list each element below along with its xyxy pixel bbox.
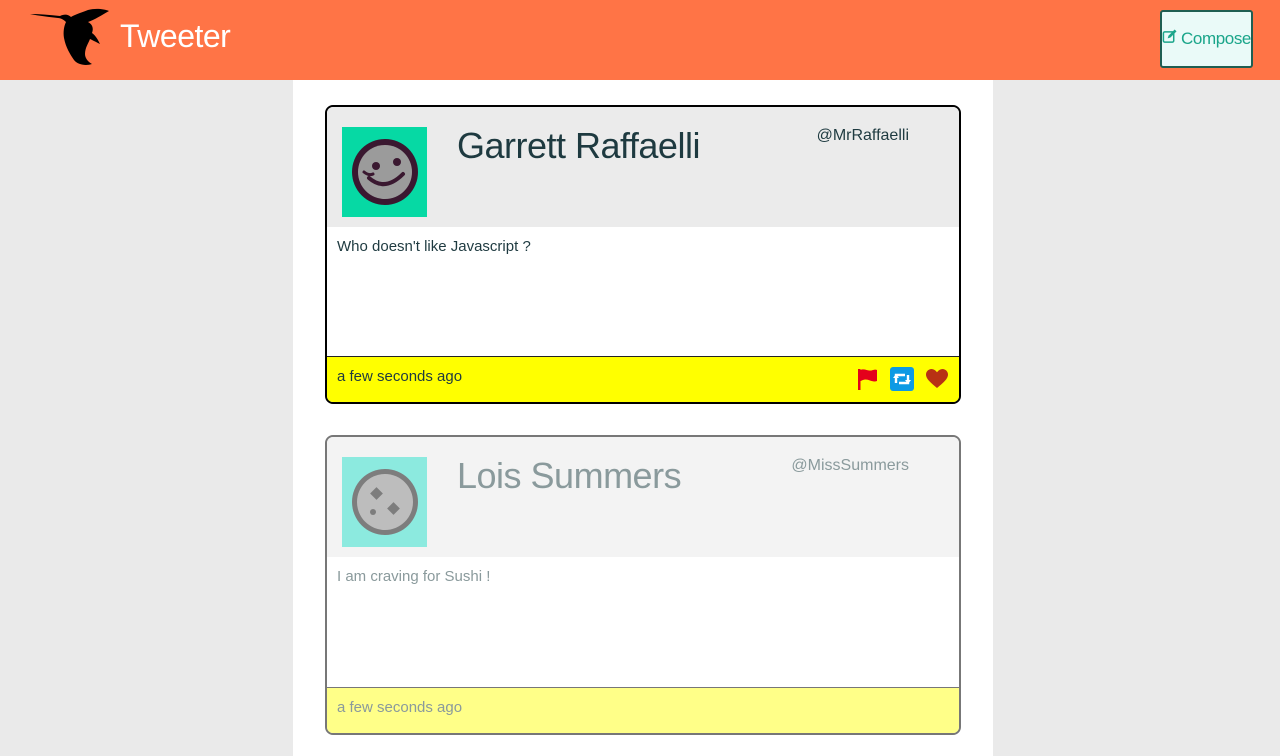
dice-avatar-icon	[342, 457, 427, 547]
tweet-card: Garrett Raffaelli @MrRaffaelli Who doesn…	[325, 105, 961, 404]
tweet-footer: a few seconds ago	[327, 687, 959, 733]
tweets-container: Garrett Raffaelli @MrRaffaelli Who doesn…	[293, 80, 993, 756]
compose-label: Compose	[1181, 29, 1251, 48]
tweet-header: Lois Summers @MissSummers	[327, 437, 959, 557]
user-name: Lois Summers	[457, 455, 682, 496]
compose-button[interactable]: Compose	[1160, 10, 1253, 68]
tweet-text: I am craving for Sushi !	[337, 568, 491, 585]
tweet-header: Garrett Raffaelli @MrRaffaelli	[327, 107, 959, 227]
nav-bar: Tweeter Compose	[0, 0, 1280, 80]
hummingbird-icon[interactable]	[30, 8, 110, 68]
heart-icon[interactable]	[924, 366, 949, 391]
retweet-icon[interactable]	[889, 366, 914, 391]
smiley-avatar-icon	[342, 127, 427, 217]
edit-icon	[1162, 29, 1177, 49]
user-handle: @MrRaffaelli	[816, 127, 909, 144]
user-handle: @MissSummers	[791, 457, 909, 474]
tweet-text: Who doesn't like Javascript ?	[337, 238, 531, 255]
tweet-timestamp: a few seconds ago	[337, 368, 463, 385]
app-title[interactable]: Tweeter	[120, 18, 231, 55]
tweet-card: Lois Summers @MissSummers I am craving f…	[325, 435, 961, 735]
flag-icon[interactable]	[854, 366, 879, 391]
tweet-actions	[854, 366, 949, 391]
tweet-footer: a few seconds ago	[327, 356, 959, 402]
tweet-timestamp: a few seconds ago	[337, 699, 463, 716]
user-name: Garrett Raffaelli	[457, 125, 700, 166]
